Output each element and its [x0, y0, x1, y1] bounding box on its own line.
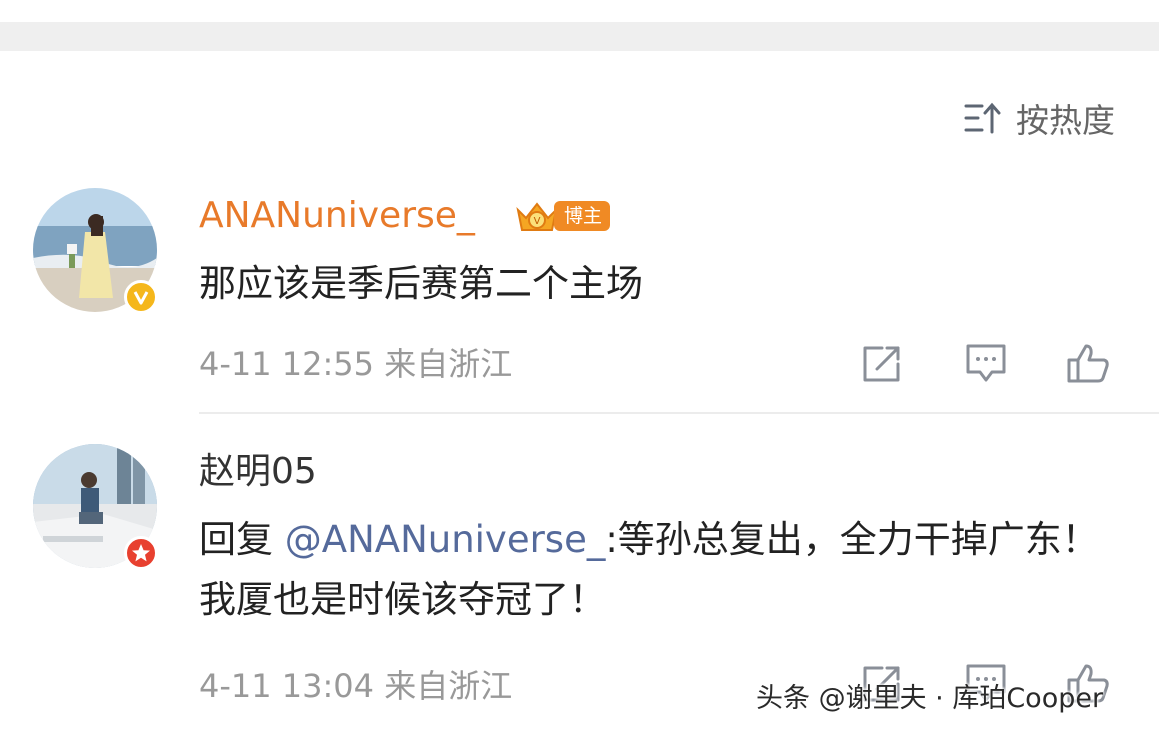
mention-link[interactable]: @ANANuniverse_ [285, 518, 606, 561]
sort-by-hot-button[interactable]: 按热度 [964, 94, 1115, 142]
sort-hot-icon [964, 102, 1001, 134]
comment-divider [199, 412, 1159, 414]
username-link[interactable]: 赵明05 [199, 450, 317, 494]
comment-meta: 4-11 13:04 来自浙江 [199, 666, 512, 706]
comment-location: 来自浙江 [384, 667, 513, 705]
share-icon[interactable] [860, 342, 904, 384]
watermark: 头条 @谢里夫 · 库珀Cooper [756, 683, 1104, 714]
top-band [0, 0, 1159, 22]
member-star-icon [124, 536, 158, 570]
comment-text: 那应该是季后赛第二个主场 [199, 262, 643, 305]
comment-time: 4-11 12:55 [199, 345, 375, 383]
comment-meta: 4-11 12:55 来自浙江 [199, 344, 512, 384]
comment-time: 4-11 13:04 [199, 667, 375, 705]
blogger-tag: 博主 [554, 201, 611, 231]
sort-label: 按热度 [1016, 101, 1115, 140]
like-icon[interactable] [1066, 342, 1110, 384]
blogger-badge: V 博主 [512, 196, 611, 236]
reply-prefix: 回复 [199, 518, 285, 561]
comment-text: 回复 @ANANuniverse_:等孙总复出，全力干掉广东！我厦也是时候该夺冠… [199, 510, 1099, 630]
verified-badge-icon [124, 280, 158, 314]
comment-icon[interactable] [964, 342, 1008, 384]
section-separator [0, 22, 1159, 51]
comment-location: 来自浙江 [384, 345, 513, 383]
svg-text:V: V [534, 216, 541, 227]
username-link[interactable]: ANANuniverse_ [199, 194, 475, 238]
